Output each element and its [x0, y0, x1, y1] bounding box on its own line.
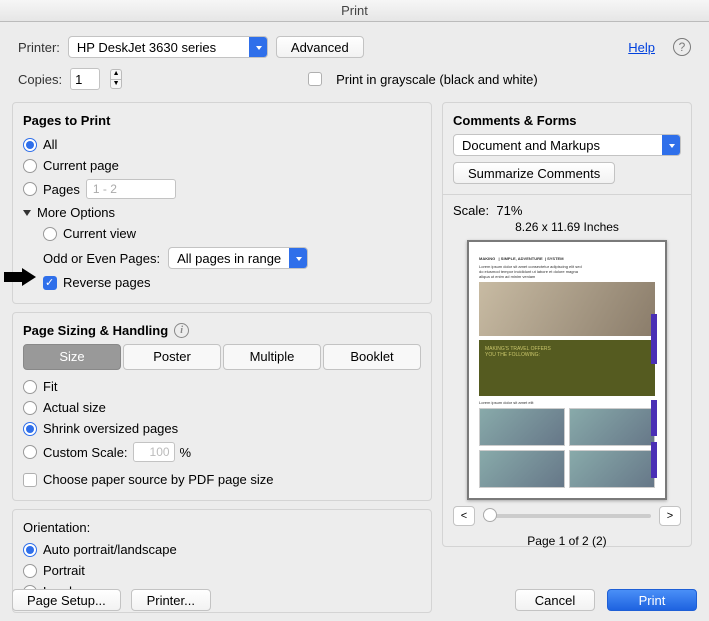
all-label: All	[43, 137, 57, 152]
printer-select[interactable]: HP DeskJet 3630 series	[68, 36, 268, 58]
printer-button[interactable]: Printer...	[131, 589, 211, 611]
scale-value: 71%	[496, 203, 522, 218]
arrow-annotation-icon	[2, 268, 38, 286]
info-icon[interactable]: i	[174, 323, 189, 338]
dims-label: 8.26 x 11.69 Inches	[453, 220, 681, 234]
pages-to-print-panel: Pages to Print All Current page Pages Mo…	[12, 102, 432, 304]
actual-size-radio[interactable]	[23, 401, 37, 415]
poster-tab[interactable]: Poster	[123, 344, 221, 370]
grayscale-checkbox[interactable]	[308, 72, 322, 86]
pages-range-input[interactable]	[86, 179, 176, 199]
comments-panel: Comments & Forms Document and Markups Su…	[442, 102, 692, 547]
page-preview: MAKING | SIMPLE, ADVENTURE | SYSTEM Lore…	[467, 240, 667, 500]
reverse-pages-label: Reverse pages	[63, 275, 150, 290]
actual-size-label: Actual size	[43, 400, 106, 415]
shrink-label: Shrink oversized pages	[43, 421, 178, 436]
custom-scale-input[interactable]	[133, 442, 175, 462]
printer-label: Printer:	[18, 40, 60, 55]
auto-orient-radio[interactable]	[23, 543, 37, 557]
scale-label: Scale:	[453, 203, 489, 218]
page-setup-button[interactable]: Page Setup...	[12, 589, 121, 611]
print-dialog: Print Printer: HP DeskJet 3630 series Ad…	[0, 0, 709, 621]
copies-input[interactable]	[70, 68, 100, 90]
zoom-thumb[interactable]	[483, 508, 497, 522]
odd-even-label: Odd or Even Pages:	[43, 251, 160, 266]
current-page-label: Current page	[43, 158, 119, 173]
advanced-button[interactable]: Advanced	[276, 36, 364, 58]
copies-stepper[interactable]: ▲▼	[110, 69, 122, 89]
print-button[interactable]: Print	[607, 589, 697, 611]
paper-source-checkbox[interactable]	[23, 473, 37, 487]
fit-radio[interactable]	[23, 380, 37, 394]
comments-select[interactable]: Document and Markups	[453, 134, 681, 156]
size-tab[interactable]: Size	[23, 344, 121, 370]
copies-label: Copies:	[18, 72, 62, 87]
cancel-button[interactable]: Cancel	[515, 589, 595, 611]
all-radio[interactable]	[23, 138, 37, 152]
page-indicator: Page 1 of 2 (2)	[453, 534, 681, 548]
portrait-radio[interactable]	[23, 564, 37, 578]
auto-orient-label: Auto portrait/landscape	[43, 542, 177, 557]
more-options-disclosure[interactable]	[23, 210, 31, 216]
window-title: Print	[0, 0, 709, 22]
pages-label: Pages	[43, 182, 80, 197]
page-sizing-panel: Page Sizing & Handling i Size Poster Mult…	[12, 312, 432, 501]
help-icon[interactable]: ?	[673, 38, 691, 56]
percent-label: %	[180, 445, 192, 460]
custom-scale-radio[interactable]	[23, 445, 37, 459]
next-page-button[interactable]: >	[659, 506, 681, 526]
paper-source-label: Choose paper source by PDF page size	[43, 472, 274, 487]
current-page-radio[interactable]	[23, 159, 37, 173]
reverse-pages-checkbox[interactable]	[43, 276, 57, 290]
pages-radio[interactable]	[23, 182, 37, 196]
summarize-button[interactable]: Summarize Comments	[453, 162, 615, 184]
comments-title: Comments & Forms	[453, 113, 681, 128]
multiple-tab[interactable]: Multiple	[223, 344, 321, 370]
odd-even-value[interactable]: All pages in range	[168, 247, 308, 269]
shrink-radio[interactable]	[23, 422, 37, 436]
odd-even-select[interactable]: All pages in range	[168, 247, 308, 269]
help-link[interactable]: Help	[628, 40, 655, 55]
more-options-label[interactable]: More Options	[37, 205, 115, 220]
custom-scale-label: Custom Scale:	[43, 445, 128, 460]
sizing-title: Page Sizing & Handling	[23, 323, 168, 338]
booklet-tab[interactable]: Booklet	[323, 344, 421, 370]
zoom-slider[interactable]	[483, 514, 651, 518]
pages-title: Pages to Print	[23, 113, 421, 128]
printer-select-value[interactable]: HP DeskJet 3630 series	[68, 36, 268, 58]
current-view-radio[interactable]	[43, 227, 57, 241]
comments-value[interactable]: Document and Markups	[453, 134, 681, 156]
grayscale-label: Print in grayscale (black and white)	[336, 72, 538, 87]
fit-label: Fit	[43, 379, 57, 394]
current-view-label: Current view	[63, 226, 136, 241]
orientation-title: Orientation:	[23, 520, 421, 535]
prev-page-button[interactable]: <	[453, 506, 475, 526]
portrait-label: Portrait	[43, 563, 85, 578]
